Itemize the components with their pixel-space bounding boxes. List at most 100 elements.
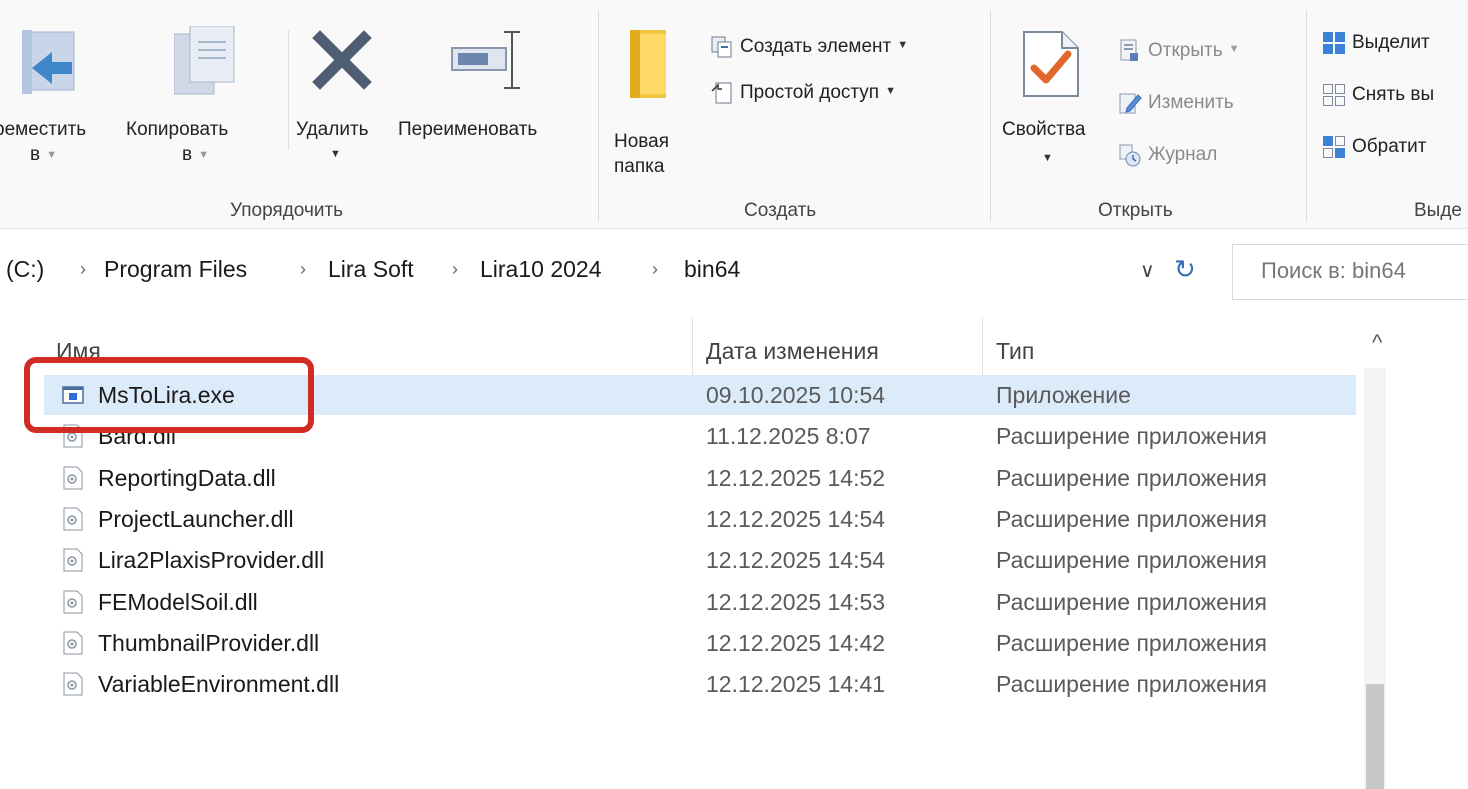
breadcrumb-chevron-icon[interactable]: › bbox=[300, 259, 306, 280]
file-name: MsToLira.exe bbox=[98, 382, 235, 408]
file-name: VariableEnvironment.dll bbox=[98, 671, 340, 697]
delete-button[interactable]: Удалить ▼ bbox=[292, 0, 392, 195]
easy-access-icon bbox=[711, 82, 732, 104]
search-box[interactable] bbox=[1232, 244, 1468, 300]
properties-button[interactable]: Свойства ▼ bbox=[994, 0, 1106, 195]
column-header-date[interactable]: Дата изменения bbox=[706, 338, 879, 365]
open-button[interactable]: Открыть ▼ bbox=[1118, 36, 1240, 66]
move-to-label: ремеcтить bbox=[0, 119, 87, 140]
dll-icon bbox=[63, 424, 83, 448]
file-date: 12.12.2025 14:53 bbox=[706, 589, 886, 615]
file-type: Расширение приложения bbox=[996, 671, 1267, 697]
dropdown-arrow-icon: ▼ bbox=[897, 39, 909, 51]
column-divider[interactable] bbox=[982, 318, 983, 380]
scrollbar-thumb[interactable] bbox=[1366, 684, 1384, 789]
file-name: ProjectLauncher.dll bbox=[98, 506, 294, 532]
dropdown-arrow-icon: ▼ bbox=[1228, 43, 1240, 55]
breadcrumb-chevron-icon[interactable]: › bbox=[652, 259, 658, 280]
history-button[interactable]: Журнал bbox=[1118, 140, 1217, 170]
open-label: Открыть bbox=[1148, 40, 1223, 61]
dll-icon bbox=[63, 672, 83, 696]
properties-label: Свойства bbox=[1002, 119, 1086, 140]
dll-icon bbox=[63, 590, 83, 614]
copy-to-button[interactable]: Копировать в ▼ bbox=[120, 0, 280, 195]
ribbon-group-divider bbox=[598, 10, 599, 222]
file-row[interactable]: Lira2PlaxisProvider.dll 12.12.2025 14:54 Р… bbox=[44, 540, 1356, 580]
file-name: ThumbnailProvider.dll bbox=[98, 630, 320, 656]
file-row[interactable]: FEModelSoil.dll 12.12.2025 14:53 Расширени… bbox=[44, 582, 1356, 622]
new-folder-label: Новая bbox=[614, 131, 670, 152]
breadcrumb-drive[interactable]: (C:) bbox=[6, 256, 44, 283]
breadcrumb-chevron-icon[interactable]: › bbox=[452, 259, 458, 280]
select-none-button[interactable]: Снять вы bbox=[1322, 80, 1434, 110]
move-to-button[interactable]: ремеcтить в ▼ bbox=[0, 0, 120, 195]
properties-dropdown: ▼ bbox=[1042, 146, 1053, 172]
select-all-label: Выделит bbox=[1352, 32, 1430, 53]
organize-group-label: Упорядочить bbox=[230, 200, 344, 221]
exe-icon bbox=[62, 386, 84, 404]
dll-icon bbox=[63, 507, 83, 531]
select-all-icon bbox=[1323, 32, 1345, 54]
copy-to-icon bbox=[174, 26, 235, 95]
new-folder-label-2: папка bbox=[614, 156, 665, 177]
new-item-button[interactable]: Создать элемент ▼ bbox=[710, 32, 908, 62]
rename-button[interactable]: Переименовать bbox=[392, 0, 588, 195]
column-header-name[interactable]: Имя bbox=[56, 338, 101, 365]
dll-icon bbox=[63, 466, 83, 490]
file-row[interactable]: ProjectLauncher.dll 12.12.2025 14:54 Расши… bbox=[44, 499, 1356, 539]
breadcrumb-lira-soft[interactable]: Lira Soft bbox=[328, 256, 414, 283]
file-name: Lira2PlaxisProvider.dll bbox=[98, 547, 325, 573]
breadcrumb-program-files[interactable]: Program Files bbox=[104, 256, 247, 283]
move-to-icon bbox=[22, 30, 75, 94]
select-all-button[interactable]: Выделит bbox=[1322, 28, 1430, 58]
file-name: ReportingData.dll bbox=[98, 465, 276, 491]
file-date: 12.12.2025 14:42 bbox=[706, 630, 886, 656]
file-row[interactable]: ThumbnailProvider.dll 12.12.2025 14:42 Рас… bbox=[44, 623, 1356, 663]
address-bar[interactable]: (C:) › Program Files › Lira Soft › Lira1… bbox=[0, 244, 1225, 300]
new-item-icon bbox=[711, 36, 732, 58]
file-name: FEModelSoil.dll bbox=[98, 589, 258, 615]
file-type: Приложение bbox=[996, 382, 1131, 408]
file-date: 12.12.2025 14:41 bbox=[706, 671, 886, 697]
ribbon-group-divider bbox=[1306, 10, 1307, 222]
ribbon-group-divider bbox=[990, 10, 991, 222]
ribbon-divider bbox=[288, 30, 289, 150]
refresh-icon[interactable]: ↻ bbox=[1174, 254, 1196, 285]
breadcrumb-lira10-2024[interactable]: Lira10 2024 bbox=[480, 256, 602, 283]
invert-selection-button[interactable]: Обратит bbox=[1322, 132, 1426, 162]
select-group-label: Выде bbox=[1414, 200, 1462, 221]
history-label: Журнал bbox=[1148, 144, 1218, 165]
easy-access-label: Простой доступ bbox=[740, 82, 880, 103]
breadcrumb-bin64[interactable]: bin64 bbox=[684, 256, 740, 283]
file-row[interactable]: MsToLira.exe 09.10.2025 10:54 Приложение bbox=[44, 375, 1356, 415]
rename-label: Переименовать bbox=[398, 119, 538, 140]
properties-icon bbox=[1023, 31, 1079, 97]
dropdown-arrow-icon: ▼ bbox=[885, 85, 896, 97]
file-date: 12.12.2025 14:52 bbox=[706, 465, 886, 491]
create-group-label: Создать bbox=[744, 200, 817, 221]
file-type: Расширение приложения bbox=[996, 465, 1267, 491]
delete-label: Удалить bbox=[296, 119, 369, 140]
invert-selection-label: Обратит bbox=[1352, 136, 1427, 157]
edit-icon bbox=[1119, 93, 1142, 114]
search-input[interactable] bbox=[1259, 257, 1463, 285]
select-none-icon bbox=[1323, 84, 1345, 106]
file-row[interactable]: Bard.dll 11.12.2025 8:07 Расширение прилож… bbox=[44, 416, 1356, 456]
edit-button[interactable]: Изменить bbox=[1118, 88, 1234, 118]
new-folder-button[interactable]: Новая папка bbox=[604, 0, 694, 195]
breadcrumb-chevron-icon[interactable]: › bbox=[80, 259, 86, 280]
dropdown-arrow-icon: ▼ bbox=[46, 149, 57, 161]
file-row[interactable]: VariableEnvironment.dll 12.12.2025 14:41 Р… bbox=[44, 664, 1356, 704]
delete-dropdown: ▼ bbox=[330, 142, 341, 168]
file-date: 12.12.2025 14:54 bbox=[706, 547, 886, 573]
edit-label: Изменить bbox=[1148, 92, 1234, 113]
easy-access-button[interactable]: Простой доступ ▼ bbox=[710, 78, 896, 108]
history-icon bbox=[1119, 144, 1141, 167]
open-group-label: Открыть bbox=[1098, 200, 1173, 221]
rename-icon bbox=[451, 31, 520, 89]
scroll-up-icon[interactable]: ^ bbox=[1372, 330, 1382, 356]
column-header-type[interactable]: Тип bbox=[996, 338, 1034, 365]
address-history-dropdown-icon[interactable]: ∨ bbox=[1140, 258, 1155, 283]
file-row[interactable]: ReportingData.dll 12.12.2025 14:52 Расшире… bbox=[44, 458, 1356, 498]
column-divider[interactable] bbox=[692, 318, 693, 380]
